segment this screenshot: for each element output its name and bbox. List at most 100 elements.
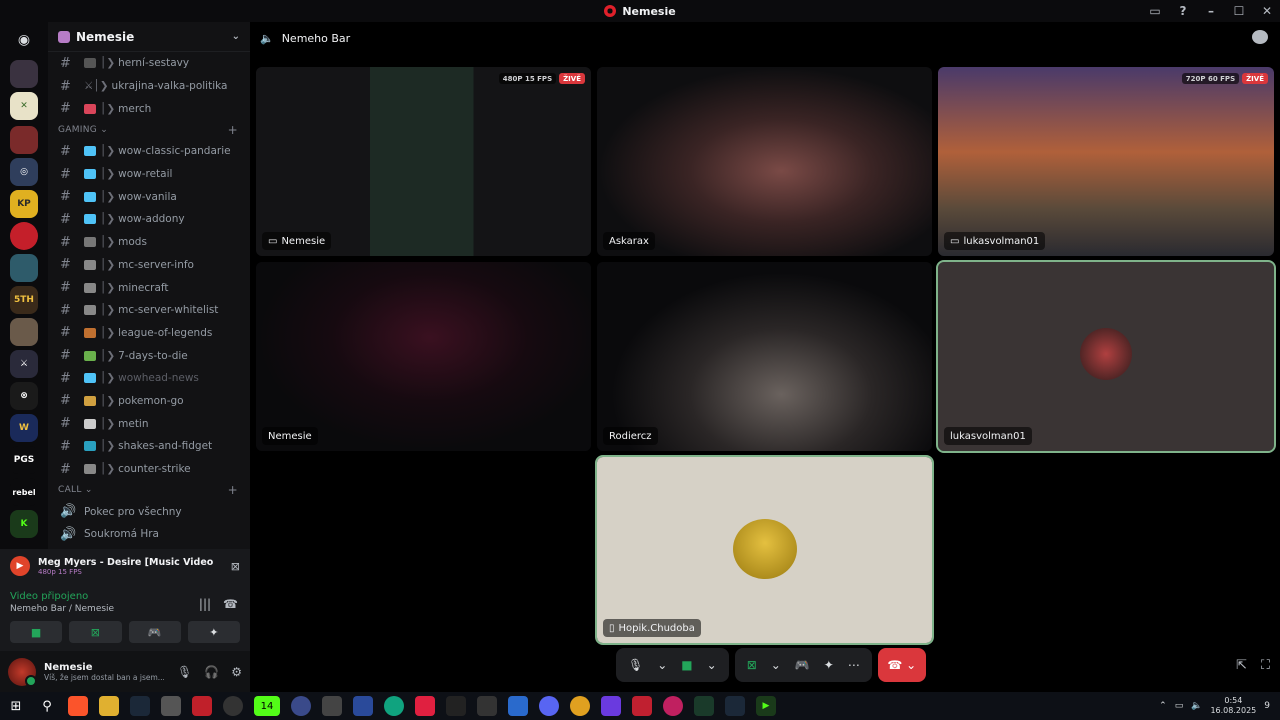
brave-icon[interactable]	[68, 696, 88, 716]
activity-icon[interactable]: 🎮	[795, 658, 810, 672]
server-icon[interactable]: ⊗	[10, 382, 38, 410]
soundboard-button[interactable]: ✦	[187, 621, 240, 643]
server-icon[interactable]: 5TH	[10, 286, 38, 314]
more-icon[interactable]: ⋯	[848, 658, 860, 672]
steam-icon[interactable]	[130, 696, 150, 716]
channel-item[interactable]: # ⚔│❯ ukrajina-valka-politika	[48, 75, 250, 98]
start-icon[interactable]: ⊞	[6, 696, 26, 716]
channel-item[interactable]: # │❯ minecraft	[48, 276, 250, 299]
video-tile[interactable]: Rodiercz	[597, 262, 932, 451]
app-icon[interactable]: ▶	[756, 696, 776, 716]
server-icon[interactable]: ✕	[10, 92, 38, 120]
discord-home-icon[interactable]: ◉	[10, 26, 38, 54]
server-icon[interactable]: ◎	[10, 158, 38, 186]
screen-share-button[interactable]: ⊠	[69, 621, 122, 643]
channel-item[interactable]: # │❯ wow-addony	[48, 208, 250, 231]
server-icon[interactable]	[10, 60, 38, 88]
channel-item[interactable]: # │❯ shakes-and-fidget	[48, 435, 250, 458]
guild-header[interactable]: Nemesie ⌄	[48, 22, 250, 52]
app-icon[interactable]	[353, 696, 373, 716]
video-tile[interactable]: ▯ Hopik.Chudoba	[595, 455, 934, 645]
steam-icon[interactable]	[725, 696, 745, 716]
microphone-icon[interactable]: 🎙	[177, 665, 192, 679]
server-icon[interactable]: W	[10, 414, 38, 442]
add-channel-icon[interactable]: +	[228, 483, 238, 497]
server-icon[interactable]: rebel	[10, 478, 38, 506]
video-tile[interactable]: Nemesie	[256, 262, 591, 451]
stream-activity[interactable]: ▶ Meg Myers - Desire [Music Video] - You…	[0, 549, 250, 583]
app-icon[interactable]	[384, 696, 404, 716]
channel-item[interactable]: # │❯ wow-vanila	[48, 185, 250, 208]
fullscreen-icon[interactable]: ⛶	[1261, 658, 1270, 673]
voice-channel-item[interactable]: 🔊 Soukromá Hra	[48, 523, 250, 546]
popout-icon[interactable]: ⇱	[1236, 658, 1247, 673]
category-gaming[interactable]: GAMING ⌄ +	[48, 120, 250, 140]
server-icon[interactable]: ⚔	[10, 350, 38, 378]
channel-item[interactable]: # │❯ mc-server-whitelist	[48, 299, 250, 322]
video-tile[interactable]: 720P 60 FPS ŽIVĚ ▭ lukasvolman01	[938, 67, 1274, 256]
chevron-down-icon[interactable]: ⌄	[657, 658, 667, 672]
headphones-icon[interactable]: 🎧	[204, 665, 219, 679]
channel-item[interactable]: # │❯ metin	[48, 412, 250, 435]
activity-button[interactable]: 🎮	[128, 621, 181, 643]
chevron-down-icon[interactable]: ⌄	[707, 658, 717, 672]
chevron-down-icon[interactable]: ⌄	[771, 658, 781, 672]
microphone-icon[interactable]: 🎙	[628, 658, 643, 672]
app-icon[interactable]	[601, 696, 621, 716]
soundboard-icon[interactable]: ✦	[824, 658, 834, 672]
app-icon[interactable]	[508, 696, 528, 716]
channel-item[interactable]: # │❯ mods	[48, 231, 250, 254]
app-icon[interactable]	[477, 696, 497, 716]
video-tile[interactable]: lukasvolman01	[936, 260, 1276, 453]
user-panel[interactable]: Nemesie Víš, že jsem dostal ban a jsem..…	[0, 651, 250, 693]
search-icon[interactable]: ⚲	[37, 696, 57, 716]
discord-icon[interactable]	[539, 696, 559, 716]
add-channel-icon[interactable]: +	[228, 123, 238, 137]
gear-icon[interactable]: ⚙	[231, 665, 242, 679]
disconnect-icon[interactable]: ☎	[223, 597, 238, 611]
leave-call-button[interactable]: ☎ ⌄	[877, 648, 926, 682]
close-button[interactable]: ✕	[1260, 4, 1274, 18]
minimize-button[interactable]: –	[1204, 4, 1218, 18]
clock[interactable]: 0:54 16.08.2025	[1210, 696, 1256, 716]
server-icon[interactable]: PGS	[10, 446, 38, 474]
inbox-icon[interactable]: ▭	[1148, 4, 1162, 18]
app-icon[interactable]	[291, 696, 311, 716]
app-icon[interactable]	[415, 696, 435, 716]
channel-item[interactable]: # │❯ counter-strike	[48, 458, 250, 481]
channel-item[interactable]: # │❯ pokemon-go	[48, 390, 250, 413]
avatar[interactable]	[8, 658, 37, 687]
channel-item[interactable]: # │❯ wow-classic-pandarie	[48, 140, 250, 163]
stop-stream-icon[interactable]: ⊠	[231, 560, 240, 573]
voice-channel-item[interactable]: 🔊 Pokec pro všechny	[48, 500, 250, 523]
app-icon[interactable]	[161, 696, 181, 716]
server-icon[interactable]: KP	[10, 190, 38, 218]
help-icon[interactable]: ?	[1176, 4, 1190, 18]
channel-item[interactable]: # │❯ 7-days-to-die	[48, 344, 250, 367]
category-call[interactable]: CALL ⌄ +	[48, 480, 250, 500]
app-icon[interactable]	[632, 696, 652, 716]
server-icon-active[interactable]	[10, 222, 38, 250]
channel-item[interactable]: # │❯ herní-sestavy	[48, 52, 250, 75]
volume-icon[interactable]: 🔈	[1191, 701, 1202, 711]
app-icon[interactable]	[694, 696, 714, 716]
channel-item[interactable]: # │❯ wowhead-news	[48, 367, 250, 390]
notification-icon[interactable]: 9	[1264, 701, 1270, 711]
video-tile[interactable]: Askarax	[597, 67, 932, 256]
chrome-icon[interactable]	[570, 696, 590, 716]
server-icon[interactable]: K	[10, 510, 38, 538]
screen-share-icon[interactable]: ⊠	[747, 658, 757, 672]
server-icon[interactable]	[10, 318, 38, 346]
maximize-button[interactable]: ☐	[1232, 4, 1246, 18]
chat-icon[interactable]	[1252, 30, 1268, 44]
network-icon[interactable]: ▭	[1175, 701, 1184, 711]
app-icon[interactable]	[223, 696, 243, 716]
server-icon[interactable]	[10, 126, 38, 154]
channel-item[interactable]: # │❯ mc-server-info	[48, 254, 250, 277]
channel-item[interactable]: # │❯ league-of-legends	[48, 322, 250, 345]
chevron-up-icon[interactable]: ⌃	[1159, 701, 1167, 711]
camera-icon[interactable]: ■	[681, 658, 692, 672]
server-icon[interactable]	[10, 254, 38, 282]
camera-button[interactable]: ■	[10, 621, 63, 643]
app-icon[interactable]	[663, 696, 683, 716]
